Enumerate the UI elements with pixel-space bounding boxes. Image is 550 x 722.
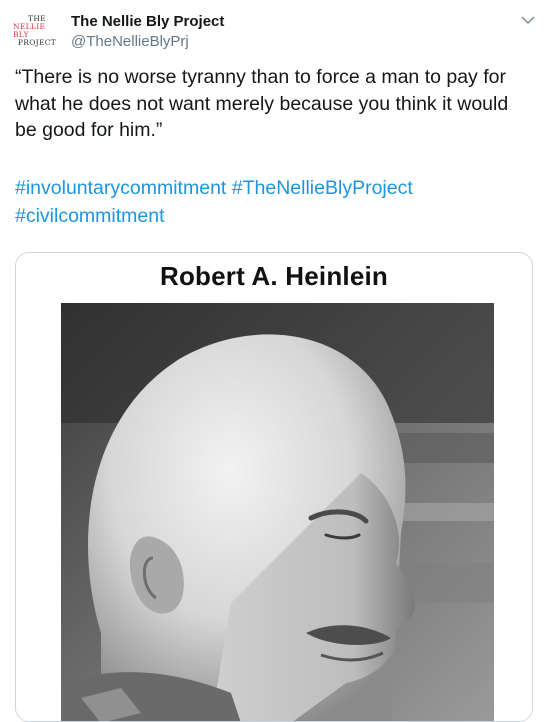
media-title: Robert A. Heinlein [160,261,388,291]
hashtag-list: #involuntarycommitment #TheNellieBlyProj… [15,174,530,230]
hashtag-link[interactable]: #civilcommitment [15,205,165,227]
display-name[interactable]: The Nellie Bly Project [71,13,224,30]
media-card[interactable]: Robert A. Heinlein [15,252,533,722]
tweet: THE NELLIE BLY PROJECT The Nellie Bly Pr… [0,0,550,722]
tweet-text: “There is no worse tyranny than to force… [15,66,509,141]
hashtag-link[interactable]: #TheNellieBlyProject [232,177,413,199]
avatar-line-2: NELLIE BLY [13,22,46,39]
hashtag-link[interactable]: #involuntarycommitment [15,177,226,199]
avatar[interactable]: THE NELLIE BLY PROJECT [13,7,61,55]
chevron-down-icon[interactable] [520,12,536,28]
user-handle[interactable]: @TheNellieBlyPrj [71,33,189,50]
portrait-photo[interactable] [61,303,494,722]
avatar-line-3: PROJECT [17,37,57,47]
